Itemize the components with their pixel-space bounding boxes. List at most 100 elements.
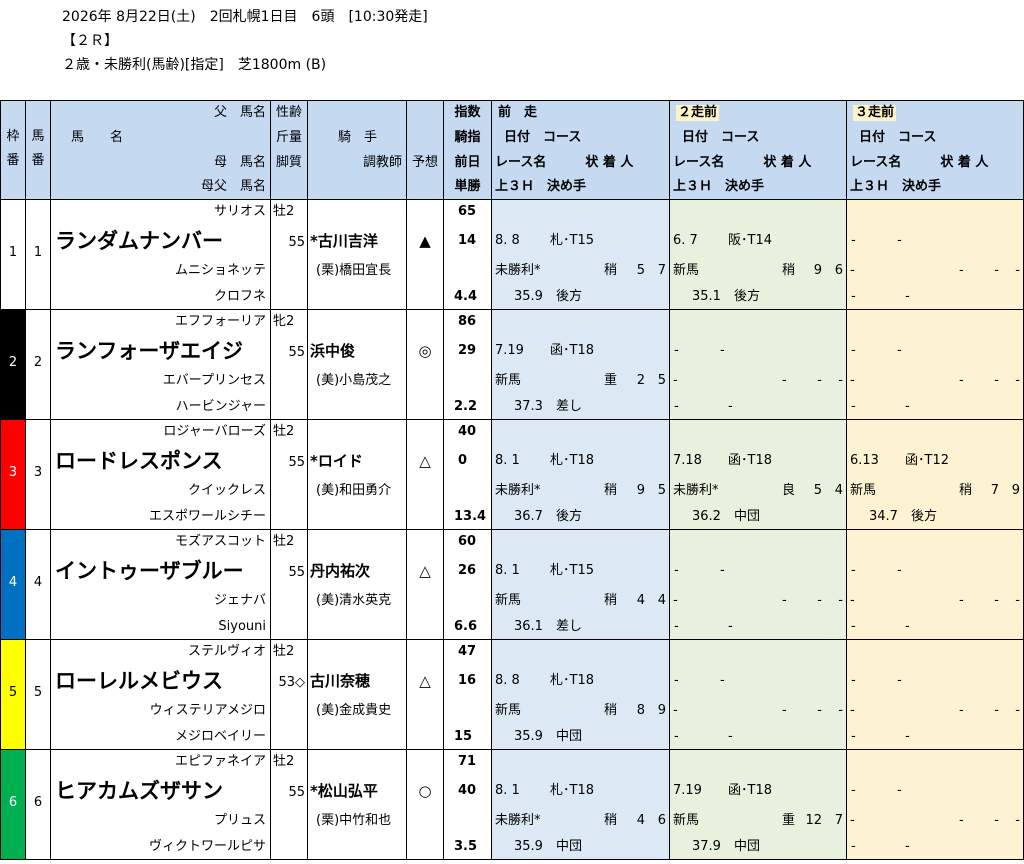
jockey-name: *古川吉洋: [310, 232, 378, 250]
index-cell: 47 16 15: [443, 640, 491, 750]
uma-text: 2: [33, 355, 43, 370]
prev-last3f: -: [674, 729, 679, 744]
race-date-line: 2026年 8月22日(土) 2回札幌1日目 6頭 [10:30発走]: [62, 9, 428, 25]
prev1-cell: 8. 1 札･T18 未勝利* 稍 4 6 35.9 中団: [491, 750, 669, 860]
prev3-cell: - - - - - - - -: [846, 640, 1024, 750]
entry-table: 枠 番 馬 番 父 馬名 馬 名 母 馬名 母父 馬名 性齢 斤量 脚質 騎 手…: [0, 100, 1024, 864]
prev-condition: -: [959, 263, 964, 278]
odds: 4.4: [454, 289, 478, 304]
prev3-cell: - - - - - - - -: [846, 200, 1024, 310]
prev-finish: 9: [813, 263, 822, 278]
prev-last3f: 35.1: [692, 289, 721, 304]
prev-course: -: [897, 233, 902, 248]
prev-condition: 稍: [604, 593, 618, 608]
prev-course: -: [720, 563, 725, 578]
prev-condition: 稍: [604, 813, 618, 828]
prev-last3f: 36.1: [514, 619, 543, 634]
prev-course: -: [897, 343, 902, 358]
sexage-text: 牡2: [273, 204, 295, 219]
prev-finish: 4: [636, 813, 645, 828]
idx-text: 47: [458, 644, 477, 659]
horse-cell: サリオス ランダムナンバー ムニショネッテ クロフネ: [50, 200, 270, 310]
prev-condition: 稍: [959, 483, 973, 498]
prev3-cell: - - - - - - - -: [846, 530, 1024, 640]
prev-finish: 5: [813, 483, 822, 498]
prev-popularity: -: [838, 373, 843, 388]
prev-running-style: 中団: [556, 839, 583, 854]
horse-name: イントゥーザブルー: [55, 559, 244, 583]
prediction-mark: △: [419, 562, 431, 580]
prev-course: 札･T15: [550, 563, 594, 578]
prev-date: 8. 1: [495, 783, 520, 798]
prev-running-style: -: [728, 619, 733, 634]
prev-course: -: [897, 563, 902, 578]
prev-condition: -: [782, 373, 787, 388]
waku-text: 4: [8, 575, 18, 590]
prev-condition: -: [959, 703, 964, 718]
prev2-cell: - - - - - - - -: [669, 530, 846, 640]
uma-text: 3: [33, 465, 43, 480]
prev-race-name: 新馬: [673, 263, 700, 278]
prev-last3f: -: [851, 289, 856, 304]
weight-text: 55: [288, 785, 305, 800]
prev-running-style: 後方: [556, 289, 583, 304]
prev-course: 札･T18: [550, 783, 594, 798]
prev-date: 6.13: [850, 453, 879, 468]
prev-popularity: 4: [657, 593, 666, 608]
prev-condition: 稍: [782, 263, 796, 278]
jidx-text: 0: [458, 453, 468, 468]
prev1-cell: 8. 8 札･T15 未勝利* 稍 5 7 35.9 後方: [491, 200, 669, 310]
sexage-text: 牡2: [273, 644, 295, 659]
prev-running-style: 後方: [556, 509, 583, 524]
jockey-cell: *松山弘平 (栗)中竹和也: [307, 750, 406, 860]
prev1-cell: 8. 1 札･T15 新馬 稍 4 4 36.1 差し: [491, 530, 669, 640]
yoso-cell: △: [406, 640, 443, 750]
jockey-cell: 古川奈穂 (美)金成貴史: [307, 640, 406, 750]
prev3-cell: - - - - - - - -: [846, 310, 1024, 420]
sire-name: サリオス: [213, 204, 266, 219]
prev-finish: 12: [805, 813, 822, 828]
prev-course: 札･T18: [550, 673, 594, 688]
prev-popularity: 5: [657, 483, 666, 498]
prediction-mark: ◎: [418, 342, 432, 360]
prev-popularity: -: [1015, 703, 1020, 718]
prev-course: 阪･T14: [728, 233, 772, 248]
uma-text: 6: [33, 795, 43, 810]
damsire-name: クロフネ: [213, 289, 266, 304]
prev-popularity: -: [1015, 373, 1020, 388]
uma-text: 5: [33, 685, 43, 700]
prev-race-name: -: [850, 593, 855, 608]
waku-text: 1: [8, 245, 18, 260]
idx-text: 65: [458, 204, 477, 219]
horse-name: ローレルメビウス: [55, 669, 223, 693]
sire-name: ステルヴィオ: [187, 644, 266, 659]
sexage-text: 牡2: [273, 754, 295, 769]
prev2-cell: 6. 7 阪･T14 新馬 稍 9 6 35.1 後方: [669, 200, 846, 310]
prediction-mark: △: [419, 672, 431, 690]
col-head-yoso: 予想: [406, 100, 443, 200]
prev-running-style: 差し: [556, 399, 583, 414]
odds: 13.4: [454, 509, 487, 524]
damsire-name: ヴィクトワールピサ: [148, 839, 266, 854]
col-head-prev3: ３走前 日付 コース レース名 状 着 人 上３Ｈ 決め手: [846, 100, 1024, 200]
prev-last3f: 36.7: [514, 509, 543, 524]
waku-cell: 3: [0, 420, 25, 530]
prev-date: -: [674, 343, 679, 358]
sire-name: エピファネイア: [174, 754, 266, 769]
prev-date: 8. 1: [495, 563, 520, 578]
dam-name: ウィステリアメジロ: [149, 703, 266, 718]
prev-popularity: 6: [657, 813, 666, 828]
dam-name: クイックレス: [187, 483, 266, 498]
prev-popularity: -: [1015, 263, 1020, 278]
prev-running-style: -: [905, 399, 910, 414]
weight-text: 53◇: [278, 675, 305, 690]
damsire-name: Siyouni: [218, 619, 266, 634]
col-head-index: 指数 騎指 前日 単勝: [443, 100, 491, 200]
uma-cell: 1: [25, 200, 50, 310]
sexage-cell: 牡2 55: [270, 200, 307, 310]
prev-finish: -: [994, 593, 999, 608]
yoso-cell: △: [406, 420, 443, 530]
col-head-horse: 父 馬名 馬 名 母 馬名 母父 馬名: [50, 100, 270, 200]
jidx-text: 16: [458, 673, 477, 688]
prev-race-name: -: [673, 703, 678, 718]
